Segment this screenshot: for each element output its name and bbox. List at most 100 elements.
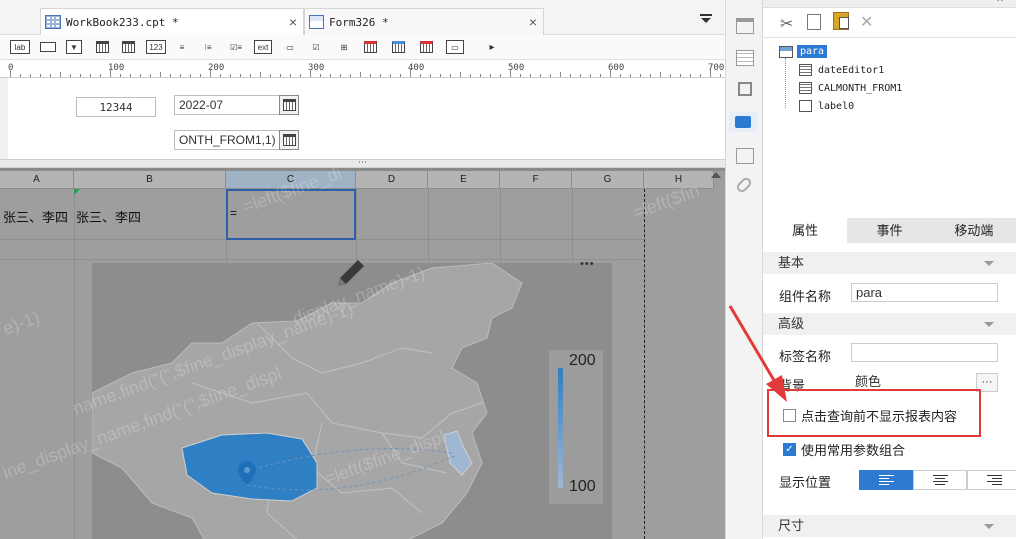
paste-icon[interactable]	[833, 12, 849, 30]
label-widget[interactable]: 12344	[76, 97, 156, 117]
calmonth-input[interactable]: ONTH_FROM1,1)	[174, 130, 280, 150]
cell-marker-icon	[74, 189, 80, 195]
toolbar-dropdown-widget[interactable]: ▭	[446, 40, 464, 54]
ruler-tick	[10, 69, 11, 77]
property-tabs: 属性 事件 移动端	[763, 218, 1016, 243]
more-options-icon[interactable]: •••	[580, 258, 595, 270]
align-right-button[interactable]	[967, 470, 1016, 490]
tab-form[interactable]: Form326 * ×	[304, 8, 544, 35]
horizontal-ruler: 0 100 200 300 400 500 600 700	[0, 61, 725, 78]
section-advanced[interactable]: 高级	[763, 313, 1016, 335]
column-header-g[interactable]: G	[572, 171, 644, 189]
toolbar-checkboxgroup-widget[interactable]: ☑≡	[228, 40, 244, 54]
ruler-tick	[380, 74, 381, 77]
column-header-e[interactable]: E	[428, 171, 500, 189]
column-header-f[interactable]: F	[500, 171, 572, 189]
ruler-tick	[150, 74, 151, 77]
column-header-b[interactable]: B	[74, 171, 226, 189]
ruler-tick	[360, 72, 361, 77]
common-params-checkbox[interactable]: ✓	[783, 443, 796, 456]
toolbar-grid-widget[interactable]	[390, 40, 406, 54]
cut-icon[interactable]: ✂	[780, 14, 793, 34]
toolbar-combobox-widget[interactable]: ▼	[66, 40, 82, 54]
scroll-up-icon[interactable]	[711, 172, 721, 178]
tab-events[interactable]: 事件	[847, 218, 931, 243]
toolbar-ext-widget[interactable]: ext	[254, 40, 272, 54]
ruler-tick	[460, 72, 461, 77]
cell-b1[interactable]: 张三、李四	[76, 207, 141, 226]
toolbar-number-widget[interactable]: 123	[146, 40, 166, 54]
close-tab-icon[interactable]: ×	[289, 14, 297, 30]
tree-root-label: para	[797, 45, 828, 58]
toolbar-textfield-widget[interactable]	[40, 42, 56, 52]
toolbar-date-widget[interactable]	[94, 40, 110, 54]
date-editor-input[interactable]: 2022-07	[174, 95, 280, 115]
ruler-tick	[270, 74, 271, 77]
report-icon[interactable]	[736, 50, 754, 66]
ruler-tick	[190, 74, 191, 77]
ruler-tick	[230, 74, 231, 77]
ruler-tick	[510, 69, 511, 77]
ruler-tick	[330, 74, 331, 77]
chevron-up-icon[interactable]: ⌃	[995, 0, 1005, 10]
align-center-button[interactable]	[913, 470, 967, 490]
toolbar-textarea-widget[interactable]: ≡	[174, 40, 190, 54]
toolbar-checkbox-widget[interactable]: ☑	[308, 40, 324, 54]
ruler-tick	[560, 72, 561, 77]
tree-item-label0[interactable]: label0	[799, 100, 854, 112]
ruler-tick	[350, 74, 351, 77]
tree-root-para[interactable]: para	[779, 45, 828, 58]
ruler-tick	[170, 74, 171, 77]
toolbar-button-widget[interactable]: ▭	[282, 40, 298, 54]
ruler-tick	[300, 74, 301, 77]
toolbar-label-widget[interactable]: lab	[10, 40, 30, 54]
widget-settings-icon[interactable]	[729, 112, 757, 132]
parameter-design-area[interactable]: 12344 2022-07 ONTH_FROM1,1)	[0, 78, 725, 159]
toolbar-calendar-widget[interactable]	[120, 40, 136, 54]
toolbar-calendar-red2-widget[interactable]	[418, 40, 434, 54]
calendar-icon[interactable]	[279, 95, 299, 115]
delete-icon[interactable]: ✕	[860, 12, 873, 32]
ruler-tick	[250, 74, 251, 77]
toolbar-more-icon[interactable]: ▸	[480, 40, 504, 54]
hide-content-checkbox[interactable]	[783, 409, 796, 422]
splitter-handle[interactable]: ⋯	[0, 158, 725, 168]
frame-icon[interactable]	[738, 82, 752, 96]
toolbar-calendar-red-widget[interactable]	[362, 40, 378, 54]
hide-content-option[interactable]: 点击查询前不显示报表内容	[783, 406, 957, 425]
tag-name-input[interactable]	[851, 343, 998, 362]
cell-c1-formula[interactable]: =	[230, 206, 237, 220]
spreadsheet-file-icon	[45, 15, 61, 29]
tab-workbook[interactable]: WorkBook233.cpt * ×	[40, 8, 304, 35]
copy-icon[interactable]	[807, 14, 821, 30]
ruler-tick	[600, 74, 601, 77]
ruler-tick	[120, 74, 121, 77]
cell-a1[interactable]: 张三、李四	[3, 207, 68, 226]
report-sheet[interactable]: A B C D E F G H 张三、李四 张三、李四 = ••• 200 10…	[0, 168, 725, 539]
ruler-tick	[500, 74, 501, 77]
tab-mobile[interactable]: 移动端	[932, 218, 1016, 243]
ruler-tick	[240, 74, 241, 77]
legend-max: 200	[569, 352, 596, 369]
column-header-d[interactable]: D	[356, 171, 428, 189]
layout-icon[interactable]	[736, 18, 754, 34]
component-name-input[interactable]: para	[851, 283, 998, 302]
section-basic[interactable]: 基本	[763, 252, 1016, 274]
align-left-button[interactable]	[859, 470, 913, 490]
ruler-tick	[100, 74, 101, 77]
link-icon[interactable]	[734, 175, 754, 195]
params-icon[interactable]	[736, 148, 754, 164]
tree-item-calmonth[interactable]: CALMONTH_FROM1	[799, 82, 902, 94]
chevron-down-icon	[984, 322, 994, 327]
tag-name-label: 标签名称	[779, 349, 832, 364]
toolbar-tree-widget[interactable]: ⊞	[336, 40, 352, 54]
calendar-icon[interactable]	[279, 130, 299, 150]
common-params-option[interactable]: ✓ 使用常用参数组合	[783, 440, 905, 459]
close-tab-icon[interactable]: ×	[529, 14, 537, 30]
tab-properties[interactable]: 属性	[763, 218, 848, 243]
column-header-a[interactable]: A	[0, 171, 74, 189]
section-size[interactable]: 尺寸	[763, 515, 1016, 537]
tab-menu-icon[interactable]	[700, 14, 712, 24]
tree-item-dateeditor[interactable]: dateEditor1	[799, 64, 884, 76]
toolbar-radiogroup-widget[interactable]: ⁝≡	[200, 40, 216, 54]
